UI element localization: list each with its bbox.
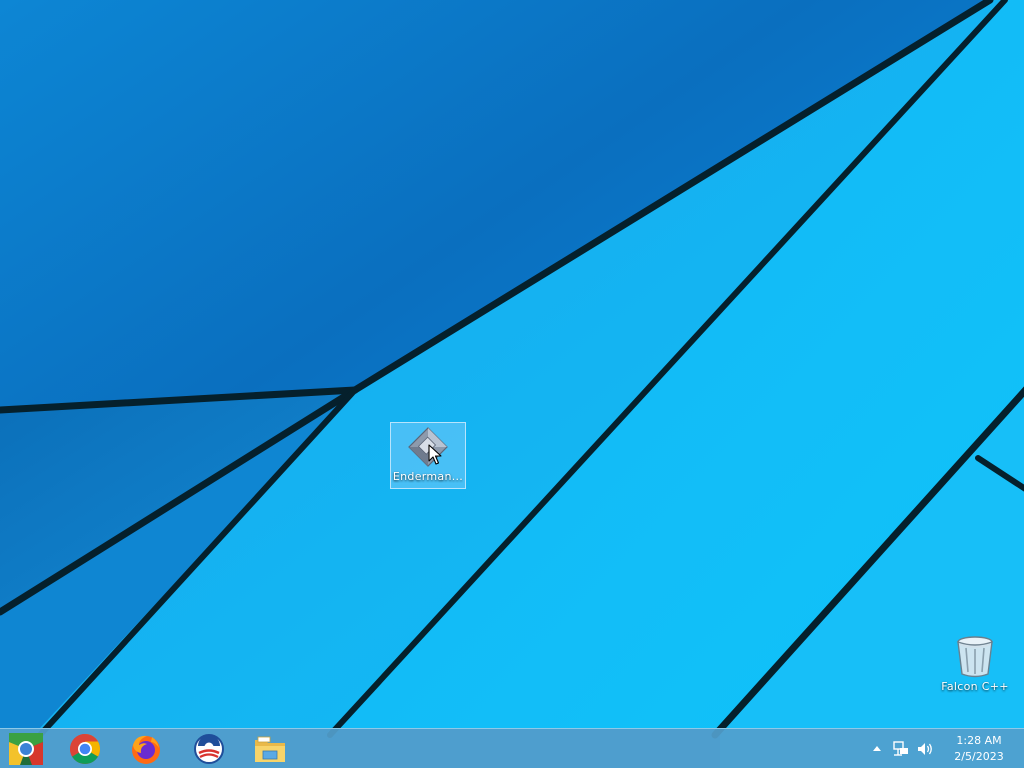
- recycle-bin-icon: [957, 636, 993, 678]
- chevron-up-icon: [873, 746, 881, 751]
- taskbar: 1:28 AM 2/5/2023: [0, 728, 1024, 768]
- file-explorer-icon: [255, 736, 285, 762]
- clock-date: 2/5/2023: [954, 750, 1004, 763]
- network-tray-button[interactable]: [890, 729, 912, 768]
- network-icon: [893, 741, 908, 756]
- taskbar-obama-button[interactable]: [185, 731, 233, 767]
- desktop-icon-label: Enderman...: [392, 470, 464, 483]
- desktop[interactable]: Enderman... Falcon C++ 1:28 AM 2/5/2023: [0, 0, 1024, 768]
- start-button[interactable]: [2, 731, 50, 767]
- taskbar-chrome-button[interactable]: [61, 731, 109, 767]
- desktop-icon-enderman[interactable]: Enderman...: [390, 422, 466, 489]
- chrome-icon: [70, 734, 101, 764]
- taskbar-firefox-button[interactable]: [122, 731, 170, 767]
- obama-logo-icon: [194, 734, 224, 764]
- desktop-icon-label: Falcon C++: [941, 680, 1009, 693]
- clock-time: 1:28 AM: [956, 734, 1002, 747]
- start-orb-icon: [9, 733, 43, 765]
- desktop-icon-recycle-bin[interactable]: Falcon C++: [937, 632, 1013, 698]
- firefox-icon: [132, 735, 160, 764]
- volume-tray-button[interactable]: [914, 729, 936, 768]
- taskbar-clock[interactable]: 1:28 AM 2/5/2023: [944, 731, 1014, 767]
- wallpaper: [0, 0, 1024, 768]
- show-hidden-icons-button[interactable]: [869, 729, 885, 768]
- diamond-app-icon: [408, 427, 448, 467]
- volume-icon: [918, 743, 932, 755]
- taskbar-file-explorer-button[interactable]: [246, 731, 294, 767]
